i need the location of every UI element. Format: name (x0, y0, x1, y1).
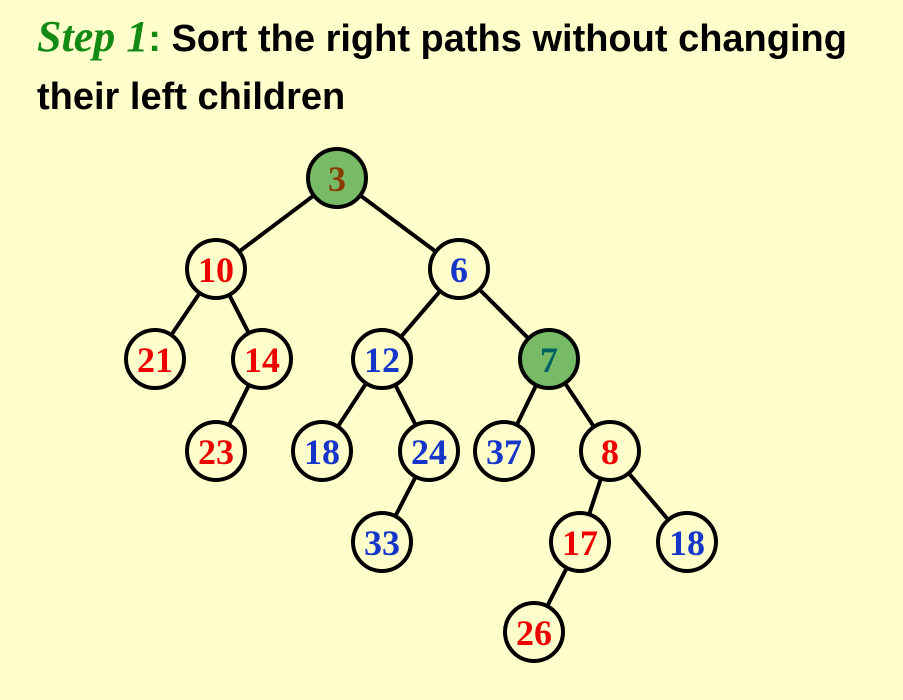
node-label: 18 (669, 523, 705, 563)
tree-edge (563, 381, 596, 429)
tree-node: 24 (398, 420, 460, 482)
slide: Step 1: Sort the right paths without cha… (0, 0, 903, 700)
node-label: 24 (411, 432, 447, 472)
tree-edge (398, 289, 443, 339)
tree-edge (227, 292, 251, 336)
tree-node: 37 (473, 420, 535, 482)
node-label: 14 (244, 340, 280, 380)
tree-edge (237, 193, 316, 254)
tree-node: 18 (291, 420, 353, 482)
tree-edge (393, 382, 418, 428)
tree-node: 17 (549, 511, 611, 573)
node-label: 18 (304, 432, 340, 472)
tree-node: 14 (231, 328, 293, 390)
tree-edge (393, 474, 418, 519)
tree-node: 33 (351, 511, 413, 573)
tree-edge (587, 476, 603, 517)
node-label: 6 (450, 250, 468, 290)
node-label: 21 (137, 340, 173, 380)
tree-edge (477, 287, 531, 341)
tree-edge (226, 382, 252, 428)
node-label: 7 (540, 340, 558, 380)
tree-node: 8 (579, 420, 641, 482)
tree-node: 6 (428, 238, 490, 300)
node-label: 23 (198, 432, 234, 472)
tree-node: 23 (185, 420, 247, 482)
tree-edge (169, 291, 202, 337)
tree-edge (335, 381, 369, 429)
node-label: 10 (198, 250, 234, 290)
tree-edge (358, 193, 438, 254)
tree-node: 10 (185, 238, 247, 300)
tree-node: 21 (124, 328, 186, 390)
tree-edge (626, 471, 671, 522)
node-label: 12 (364, 340, 400, 380)
node-label: 26 (516, 613, 552, 653)
tree-edge (545, 565, 569, 609)
node-label: 17 (562, 523, 598, 563)
tree-nodes: 3 10 6 21 14 12 7 23 18 24 37 8 33 17 18 26 (124, 147, 718, 663)
tree-node: 7 (518, 328, 580, 390)
tree-node: 26 (503, 601, 565, 663)
node-label: 8 (601, 432, 619, 472)
tree-node: 3 (306, 147, 368, 209)
tree-node: 18 (656, 511, 718, 573)
node-label: 33 (364, 523, 400, 563)
node-label: 3 (328, 159, 346, 199)
tree-edge (514, 383, 539, 427)
tree-diagram: 3 10 6 21 14 12 7 23 18 24 37 8 33 17 18 26 (124, 147, 718, 663)
tree-node: 12 (351, 328, 413, 390)
node-label: 37 (486, 432, 522, 472)
